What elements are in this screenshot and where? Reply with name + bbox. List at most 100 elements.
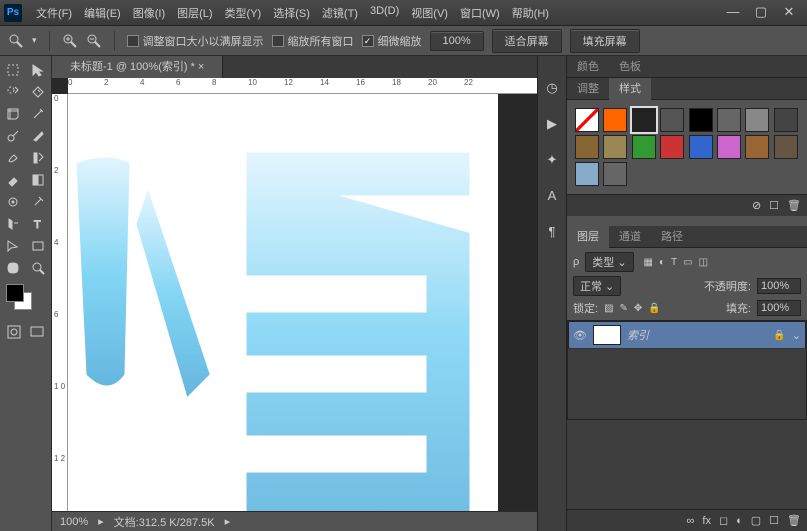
dodge-tool[interactable] [27,192,49,212]
layer-row[interactable]: 👁 索引 🔒 [568,321,806,349]
filter-shape-icon[interactable]: ▭ [683,257,692,268]
lasso-tool[interactable] [2,82,24,102]
new-layer-icon[interactable]: ☐ [769,514,779,527]
type-tool[interactable]: T [27,214,49,234]
chevron-right-icon[interactable]: ▸ [98,515,104,528]
zoom-in-icon[interactable] [62,33,78,49]
layer-mask-icon[interactable]: ◻ [719,514,728,527]
style-swatch[interactable] [632,135,656,159]
lock-pixels-icon[interactable]: ✎ [620,303,628,314]
document-tab[interactable]: 未标题-1 @ 100%(索引) * × [52,56,223,78]
midstrip-icon[interactable]: ◷ [544,80,560,96]
fill-screen-button[interactable]: 填充屏幕 [570,29,640,53]
marquee-tool[interactable] [2,60,24,80]
window-maximize[interactable]: ▢ [747,3,775,23]
wand-tool[interactable] [27,82,49,102]
fill-input[interactable]: 100% [757,300,801,316]
style-swatch[interactable] [774,108,798,132]
menu-item[interactable]: 文件(F) [30,5,78,21]
quickmask-icon[interactable] [3,322,25,342]
menu-item[interactable]: 帮助(H) [506,5,555,21]
style-swatch[interactable] [717,108,741,132]
foreground-color[interactable] [6,284,24,302]
menu-item[interactable]: 图层(L) [171,5,218,21]
fit-screen-button[interactable]: 适合屏幕 [492,29,562,53]
style-swatch[interactable] [774,135,798,159]
layer-name[interactable]: 索引 [627,327,649,343]
lock-all-icon[interactable]: 🔒 [648,303,660,314]
style-swatch[interactable] [745,135,769,159]
window-minimize[interactable]: — [719,3,747,23]
new-style-icon[interactable]: ☐ [769,199,779,212]
menu-item[interactable]: 窗口(W) [454,5,506,21]
menu-item[interactable]: 视图(V) [405,5,454,21]
window-close[interactable]: ✕ [775,3,803,23]
lock-position-icon[interactable]: ✥ [634,303,642,314]
style-swatch[interactable] [745,108,769,132]
filter-type-icon[interactable]: T [671,257,677,268]
midstrip-icon[interactable]: ▶ [544,116,560,132]
panel-tab-styles[interactable]: 样式 [609,78,651,100]
style-swatch[interactable] [660,135,684,159]
style-swatch[interactable] [603,108,627,132]
menu-item[interactable]: 图像(I) [127,5,171,21]
midstrip-icon[interactable]: ¶ [544,224,560,240]
panel-tab-adjustments[interactable]: 调整 [567,78,609,100]
spot-heal-tool[interactable] [2,126,24,146]
filter-smart-icon[interactable]: ◫ [699,257,708,268]
hand-tool[interactable] [2,258,24,278]
panel-tab-color[interactable]: 颜色 [567,56,609,78]
group-icon[interactable]: ▢ [751,514,761,527]
midstrip-icon[interactable]: ✦ [544,152,560,168]
style-swatch[interactable] [603,135,627,159]
style-swatch[interactable] [575,135,599,159]
menu-item[interactable]: 类型(Y) [219,5,268,21]
brush-tool[interactable] [27,126,49,146]
path-select-tool[interactable] [2,236,24,256]
layer-filter-kind[interactable]: 类型 [585,252,633,272]
pen-tool[interactable] [2,214,24,234]
menu-item[interactable]: 编辑(E) [78,5,127,21]
style-swatch[interactable] [603,162,627,186]
menu-item[interactable]: 选择(S) [267,5,316,21]
zoom-100-button[interactable]: 100% [430,31,484,51]
style-swatch[interactable] [689,108,713,132]
panel-tab-layers[interactable]: 图层 [567,226,609,248]
scrubby-zoom-checkbox[interactable]: 细微缩放 [362,33,422,49]
zoom-all-checkbox[interactable]: 缩放所有窗口 [272,33,354,49]
crop-tool[interactable] [2,104,24,124]
layer-fx-icon[interactable]: fx [702,515,711,527]
trash-icon[interactable]: 🗑 [787,514,801,527]
menu-item[interactable]: 滤镜(T) [316,5,364,21]
clone-tool[interactable] [2,148,24,168]
trash-icon[interactable]: 🗑 [787,199,801,212]
zoom-out-icon[interactable] [86,33,102,49]
zoom-tool[interactable] [27,258,49,278]
visibility-icon[interactable]: 👁 [573,329,587,342]
filter-pixel-icon[interactable]: ▦ [644,257,653,268]
screenmode-icon[interactable] [26,322,48,342]
eraser-tool[interactable] [2,170,24,190]
adjustment-layer-icon[interactable]: ◐ [736,515,743,527]
style-swatch[interactable] [717,135,741,159]
chevron-down-icon[interactable]: ▾ [32,35,37,46]
filter-adjust-icon[interactable]: ◐ [659,257,665,268]
menu-item[interactable]: 3D(D) [364,5,405,21]
panel-tab-channels[interactable]: 通道 [609,226,651,248]
link-layers-icon[interactable]: ∞ [687,515,695,527]
style-swatch[interactable] [689,135,713,159]
blend-mode-select[interactable]: 正常 [573,276,621,296]
style-swatch[interactable] [575,108,599,132]
lock-transparent-icon[interactable]: ▨ [604,303,613,314]
blur-tool[interactable] [2,192,24,212]
history-brush-tool[interactable] [27,148,49,168]
panel-tab-swatches[interactable]: 色板 [609,56,651,78]
opacity-input[interactable]: 100% [757,278,801,294]
layer-thumbnail[interactable] [593,325,621,345]
gradient-tool[interactable] [27,170,49,190]
eyedropper-tool[interactable] [27,104,49,124]
style-swatch[interactable] [660,108,684,132]
midstrip-icon[interactable]: A [544,188,560,204]
clear-style-icon[interactable]: ⊘ [752,199,761,212]
status-zoom[interactable]: 100% [60,516,88,528]
